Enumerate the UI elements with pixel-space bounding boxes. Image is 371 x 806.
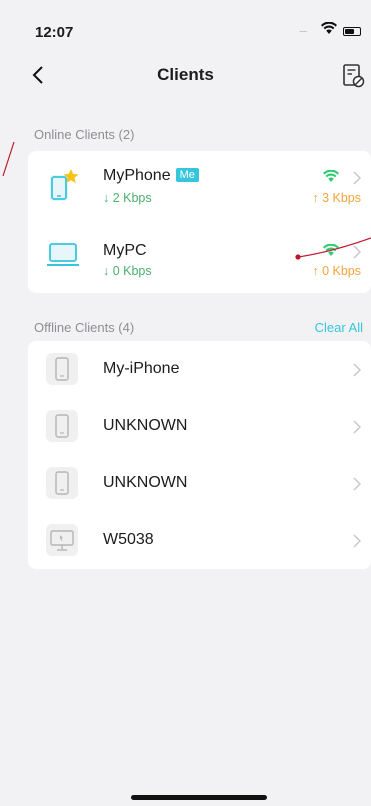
offline-client-row[interactable]: My-iPhone (28, 341, 371, 398)
me-badge: Me (175, 168, 199, 182)
online-client-row[interactable]: MyPhone Me ↓ 2 Kbps ↑ 3 Kbps (28, 151, 371, 222)
offline-client-row[interactable]: W5038 (28, 512, 371, 569)
offline-clients-list: My-iPhone UNKNOWN UNKNOWN W5038 (28, 341, 371, 569)
phone-icon (46, 467, 78, 499)
laptop-icon (47, 243, 79, 266)
home-indicator (131, 795, 267, 800)
battery-icon (343, 27, 361, 36)
document-block-icon[interactable] (342, 63, 366, 89)
client-name: UNKNOWN (103, 417, 188, 434)
offline-client-row[interactable]: UNKNOWN (28, 455, 371, 512)
chevron-right-icon[interactable] (353, 534, 361, 548)
upload-speed: ↑ 3 Kbps (312, 191, 361, 205)
page-title: Clients (157, 65, 214, 84)
nav-bar: Clients (0, 56, 371, 96)
signal-dots: ..... (299, 24, 307, 34)
online-clients-header: Online Clients (2) (34, 127, 135, 142)
client-name: My-iPhone (103, 360, 180, 377)
client-name: MyPhone Me (103, 167, 199, 185)
client-name: MyPC (103, 242, 147, 259)
status-time: 12:07 (35, 24, 74, 41)
chevron-right-icon[interactable] (353, 171, 361, 185)
chevron-right-icon[interactable] (353, 477, 361, 491)
phone-icon (46, 353, 78, 385)
offline-client-row[interactable]: UNKNOWN (28, 398, 371, 455)
offline-clients-header: Offline Clients (4) (34, 320, 135, 335)
download-speed: ↓ 2 Kbps (103, 191, 152, 205)
phone-star-icon (50, 169, 79, 201)
chevron-right-icon[interactable] (353, 363, 361, 377)
online-clients-list: MyPhone Me ↓ 2 Kbps ↑ 3 Kbps MyPC ↓ 0 Kbp… (28, 151, 371, 293)
wifi-icon (323, 170, 339, 182)
annotation-pointer (295, 237, 371, 260)
phone-icon (46, 410, 78, 442)
status-bar: 12:07 ..... (0, 0, 371, 50)
client-name: W5038 (103, 531, 154, 548)
desktop-icon (46, 524, 78, 556)
annotation-arrow-left (2, 141, 15, 177)
upload-speed: ↑ 0 Kbps (312, 264, 361, 278)
download-speed: ↓ 0 Kbps (103, 264, 152, 278)
client-name: UNKNOWN (103, 474, 188, 491)
wifi-status-icon (321, 22, 337, 34)
clear-all-button[interactable]: Clear All (315, 320, 363, 335)
chevron-right-icon[interactable] (353, 420, 361, 434)
